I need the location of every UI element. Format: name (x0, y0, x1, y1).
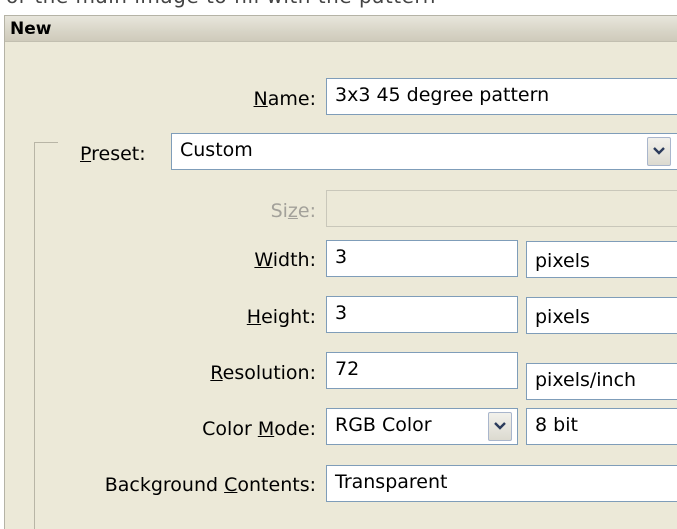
background-contents-select-value: Transparent (335, 471, 448, 493)
background-contents-select[interactable]: Transparent (326, 465, 677, 502)
size-label: Size: (271, 200, 316, 222)
size-label-mnemonic: z (287, 200, 298, 222)
background-document-strip: or the main image to fill with the patte… (0, 0, 677, 10)
dialog-title: New (10, 19, 52, 39)
page: or the main image to fill with the patte… (0, 0, 677, 529)
color-mode-label-text-pre: Color (202, 418, 258, 440)
name-input[interactable]: 3x3 45 degree pattern (326, 78, 677, 115)
size-label-text-post: e: (297, 200, 316, 222)
resolution-unit-value: pixels/inch (535, 369, 637, 391)
height-label: Height: (247, 306, 316, 328)
preset-group-border-left (34, 142, 35, 529)
width-label: Width: (254, 249, 316, 271)
background-contents-label: Background Contents: (105, 474, 316, 496)
name-label: Name: (254, 88, 316, 110)
height-unit-value: pixels (535, 306, 590, 328)
name-label-text: ame: (267, 88, 316, 110)
size-select (326, 190, 677, 227)
preset-label: Preset: (80, 143, 146, 165)
background-document-text: or the main image to fill with the patte… (6, 0, 436, 8)
background-contents-label-mnemonic: C (224, 474, 238, 496)
resolution-input-value: 72 (335, 358, 360, 380)
width-label-text: idth: (272, 249, 316, 271)
preset-label-text: reset: (91, 143, 146, 165)
background-contents-label-text-pre: Background (104, 474, 225, 496)
resolution-input[interactable]: 72 (326, 352, 518, 389)
color-mode-label: Color Mode: (202, 418, 316, 440)
chevron-down-icon (494, 422, 506, 430)
height-input-value: 3 (335, 302, 348, 324)
resolution-label-text: esolution: (222, 362, 316, 384)
width-unit-select[interactable]: pixels (526, 241, 677, 278)
color-mode-select-value: RGB Color (335, 414, 432, 436)
height-label-mnemonic: H (246, 306, 262, 328)
name-label-mnemonic: N (253, 88, 268, 110)
preset-group-border-top (34, 142, 58, 143)
preset-dropdown-button[interactable] (647, 137, 671, 166)
chevron-down-icon (653, 147, 665, 155)
dialog-title-bar[interactable]: New (5, 16, 677, 42)
height-unit-select[interactable]: pixels (526, 297, 677, 334)
color-mode-select[interactable]: RGB Color (326, 408, 518, 445)
preset-label-mnemonic: P (80, 143, 92, 165)
resolution-label-mnemonic: R (210, 362, 223, 384)
height-input[interactable]: 3 (326, 296, 518, 333)
bit-depth-select-value: 8 bit (535, 414, 578, 436)
preset-select-value: Custom (180, 139, 253, 161)
size-label-text-pre: Si (270, 200, 288, 222)
width-unit-value: pixels (535, 250, 590, 272)
background-contents-label-text-post: ontents: (237, 474, 316, 496)
bit-depth-select[interactable]: 8 bit (526, 408, 677, 445)
height-label-text: eight: (261, 306, 316, 328)
name-input-value: 3x3 45 degree pattern (335, 84, 550, 106)
resolution-label: Resolution: (210, 362, 316, 384)
color-mode-label-mnemonic: M (257, 418, 275, 440)
preset-select[interactable]: Custom (171, 133, 677, 170)
color-mode-dropdown-button[interactable] (488, 412, 512, 441)
width-input[interactable]: 3 (326, 240, 518, 277)
resolution-unit-select[interactable]: pixels/inch (526, 363, 677, 400)
width-input-value: 3 (335, 246, 348, 268)
color-mode-label-text-post: ode: (274, 418, 316, 440)
width-label-mnemonic: W (254, 249, 273, 271)
